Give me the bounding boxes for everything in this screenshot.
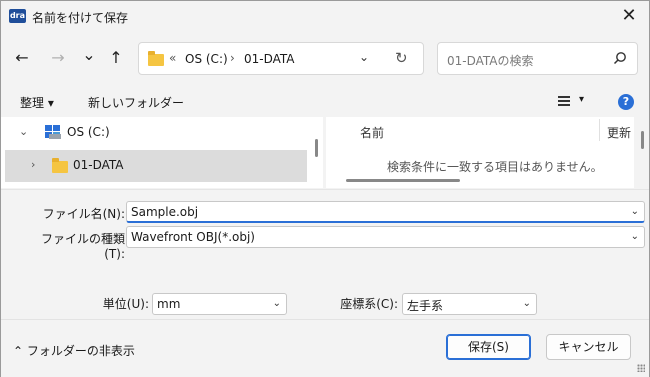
tree-item-label: OS (C:): [67, 125, 110, 139]
cancel-button[interactable]: キャンセル: [546, 334, 631, 360]
tree-scrollbar[interactable]: [315, 139, 318, 157]
coordinate-system-select[interactable]: 左手系 ⌄: [402, 293, 537, 315]
drive-icon: [45, 125, 61, 139]
app-icon: dra: [9, 9, 26, 23]
hide-folders-label: フォルダーの非表示: [26, 344, 135, 358]
chevron-down-icon[interactable]: ⌄: [631, 231, 639, 242]
folder-icon: [148, 51, 164, 66]
chevron-up-icon: ⌃: [13, 344, 24, 358]
coordinate-system-label: 座標系(C):: [340, 297, 398, 311]
unit-label: 単位(U):: [102, 297, 149, 311]
filename-label: ファイル名(N):: [42, 207, 125, 221]
address-overflow[interactable]: «: [169, 51, 176, 65]
column-header-name[interactable]: 名前: [360, 124, 384, 141]
expand-arrow-icon[interactable]: ⌄: [19, 125, 28, 138]
column-header-modified[interactable]: 更新: [607, 124, 631, 141]
search-placeholder: 01-DATAの検索: [447, 54, 534, 68]
folder-icon: [52, 158, 68, 173]
filetype-select[interactable]: Wavefront OBJ(*.obj) ⌄: [126, 226, 645, 248]
close-button[interactable]: ✕: [617, 5, 641, 29]
dialog-title: 名前を付けて保存: [32, 11, 129, 25]
up-button[interactable]: ↑: [105, 47, 127, 69]
tree-item-01-data[interactable]: › 01-DATA: [5, 150, 307, 182]
address-bar[interactable]: « OS (C:) › 01-DATA ⌄ ↻: [138, 42, 424, 75]
footer-divider: [1, 319, 649, 320]
help-icon[interactable]: ?: [618, 94, 634, 110]
filetype-label: ファイルの種類(T):: [40, 232, 125, 261]
address-dropdown-icon[interactable]: ⌄: [359, 50, 369, 64]
collapse-arrow-icon[interactable]: ›: [31, 158, 35, 171]
save-dialog: dra 名前を付けて保存 ✕ ← → ⌄ ↑ « OS (C:) › 01-DA…: [0, 0, 650, 377]
breadcrumb-01-data[interactable]: 01-DATA: [244, 52, 295, 66]
resize-grip-icon[interactable]: [637, 364, 645, 372]
forward-button[interactable]: →: [47, 47, 69, 69]
chevron-down-icon[interactable]: ⌄: [273, 298, 281, 309]
unit-value: mm: [157, 297, 181, 311]
tree-item-label: 01-DATA: [73, 158, 124, 172]
file-list: 名前 更新 検索条件に一致する項目はありません。: [326, 117, 634, 188]
back-button[interactable]: ←: [11, 47, 33, 69]
refresh-icon[interactable]: ↻: [395, 49, 408, 67]
organize-menu[interactable]: 整理 ▾: [20, 94, 54, 111]
navigation-pane: ⌄ OS (C:) › 01-DATA: [1, 117, 323, 188]
chevron-down-icon[interactable]: ⌄: [523, 298, 531, 309]
search-icon: [613, 52, 626, 65]
view-options-icon[interactable]: [558, 96, 570, 106]
new-folder-button[interactable]: 新しいフォルダー: [88, 94, 184, 111]
list-scrollbar[interactable]: [641, 131, 644, 149]
coordinate-system-value: 左手系: [407, 299, 444, 313]
breadcrumb-os-c[interactable]: OS (C:): [185, 52, 228, 66]
filename-field[interactable]: Sample.obj ⌄: [126, 201, 645, 223]
filename-value: Sample.obj: [131, 205, 199, 219]
recent-locations-button[interactable]: ⌄: [78, 44, 100, 66]
hide-folders-toggle[interactable]: ⌃ フォルダーの非表示: [13, 342, 135, 359]
unit-select[interactable]: mm ⌄: [152, 293, 287, 315]
filetype-value: Wavefront OBJ(*.obj): [131, 230, 255, 244]
breadcrumb-separator: ›: [230, 51, 235, 65]
empty-message: 検索条件に一致する項目はありません。: [387, 160, 603, 174]
view-options-caret[interactable]: ▾: [579, 94, 584, 105]
column-divider[interactable]: [599, 119, 600, 141]
chevron-down-icon[interactable]: ⌄: [631, 206, 639, 217]
save-button[interactable]: 保存(S): [446, 334, 531, 360]
search-input[interactable]: 01-DATAの検索: [437, 42, 638, 75]
title-bar: dra 名前を付けて保存 ✕: [1, 1, 649, 33]
tree-item-os-c[interactable]: ⌄ OS (C:): [5, 117, 307, 149]
horizontal-scrollbar[interactable]: [346, 179, 460, 182]
